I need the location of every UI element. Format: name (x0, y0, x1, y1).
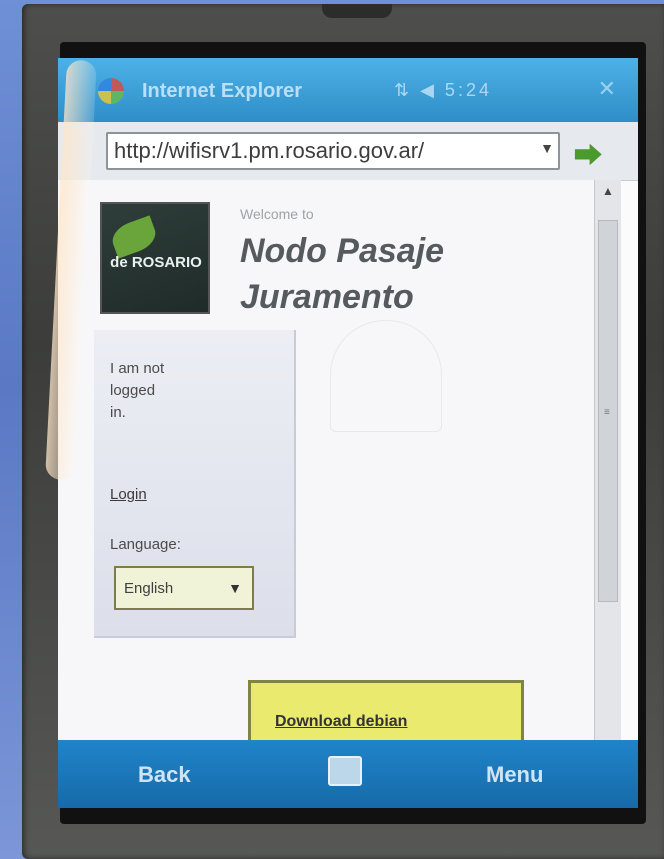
vertical-scrollbar[interactable]: ▲ ≡ (594, 180, 621, 740)
background-watermark (330, 320, 442, 432)
download-link[interactable]: Download debian (275, 713, 407, 731)
status-indicators[interactable]: ⇅ ◀ 5:24 (394, 80, 492, 101)
scroll-up-icon[interactable]: ▲ (602, 184, 614, 198)
login-status-text: I am not logged in. (110, 360, 165, 421)
language-select[interactable]: English ▼ (114, 566, 254, 610)
welcome-text: Welcome to (240, 206, 314, 222)
leaf-icon (108, 215, 160, 259)
address-bar: http://wifisrv1.pm.rosario.gov.ar/ ▼ ⮕ (58, 122, 638, 181)
softkey-bar: Back Menu (58, 740, 638, 808)
device-top-notch (322, 4, 392, 18)
keyboard-icon[interactable] (328, 756, 362, 786)
page-title: Nodo Pasaje Juramento (240, 232, 445, 316)
windows-start-icon[interactable] (98, 78, 124, 104)
site-logo[interactable]: de ROSARIO (100, 202, 210, 314)
page-content: de ROSARIO Welcome to Nodo Pasaje Jurame… (58, 180, 594, 740)
language-selected-value: English (124, 579, 174, 597)
scroll-thumb[interactable]: ≡ (598, 220, 618, 602)
url-input[interactable]: http://wifisrv1.pm.rosario.gov.ar/ ▼ (106, 132, 560, 170)
language-label: Language: (110, 536, 181, 553)
login-panel: I am not logged in. Login Language: Engl… (94, 330, 296, 638)
login-link[interactable]: Login (110, 486, 147, 503)
close-icon[interactable]: ✕ (598, 76, 616, 102)
download-box: Download debian (248, 680, 524, 740)
title-bar: Internet Explorer ⇅ ◀ 5:24 ✕ (58, 58, 638, 122)
grip-icon: ≡ (604, 407, 610, 418)
menu-softkey[interactable]: Menu (486, 762, 543, 788)
url-dropdown-icon[interactable]: ▼ (540, 140, 554, 156)
logo-text: de ROSARIO (110, 254, 202, 271)
back-softkey[interactable]: Back (138, 762, 191, 788)
app-title: Internet Explorer (142, 80, 303, 102)
chevron-down-icon: ▼ (228, 580, 242, 596)
go-arrow-icon[interactable]: ⮕ (574, 134, 602, 174)
url-text: http://wifisrv1.pm.rosario.gov.ar/ (114, 138, 425, 163)
device-screen: Internet Explorer ⇅ ◀ 5:24 ✕ http://wifi… (58, 58, 638, 808)
